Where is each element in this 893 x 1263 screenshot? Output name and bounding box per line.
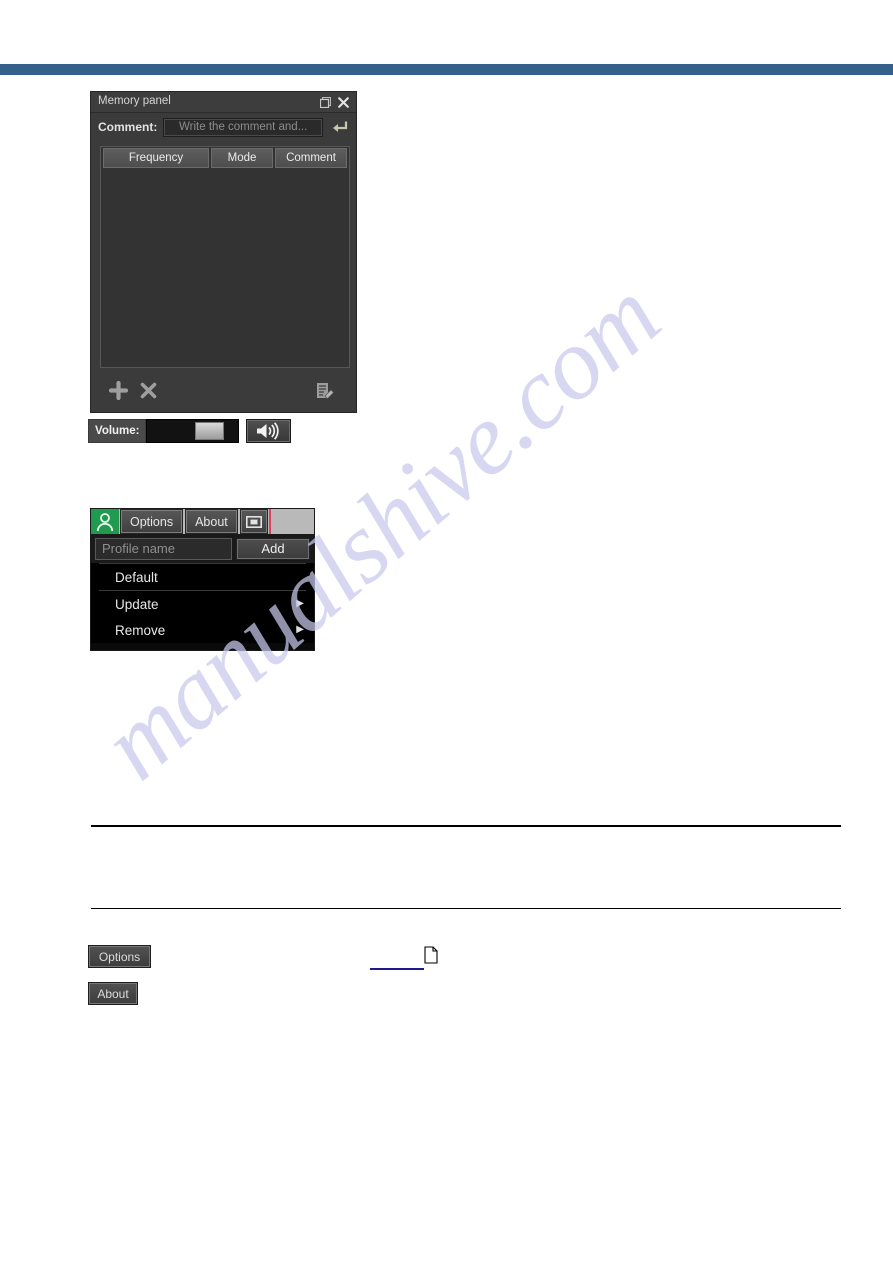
- add-profile-button[interactable]: Add: [236, 537, 310, 560]
- column-header-comment[interactable]: Comment: [275, 148, 347, 168]
- menu-item-label: Remove: [115, 622, 166, 638]
- window-icon[interactable]: [239, 509, 268, 534]
- profile-menu: Default Update ▶ Remove ▶: [91, 563, 314, 643]
- memory-panel-title: Memory panel: [98, 95, 171, 108]
- menu-item-label: Default: [115, 569, 158, 585]
- table-rule-bottom: [91, 908, 841, 909]
- volume-bar: Volume:: [88, 419, 300, 443]
- memory-table-header: Frequency Mode Comment: [101, 147, 349, 168]
- speaker-icon[interactable]: [245, 419, 291, 443]
- float-icon[interactable]: [317, 94, 333, 110]
- remove-entry-icon[interactable]: [137, 380, 159, 402]
- memory-table: Frequency Mode Comment: [100, 146, 350, 368]
- options-button[interactable]: Options: [88, 945, 151, 968]
- menu-item-remove[interactable]: Remove ▶: [91, 617, 314, 643]
- add-entry-icon[interactable]: [107, 380, 129, 402]
- edit-document-icon[interactable]: [314, 380, 336, 402]
- profile-toolbar: Options About: [91, 509, 314, 534]
- column-header-mode[interactable]: Mode: [211, 148, 273, 168]
- comment-row: Comment: Write the comment and...: [91, 113, 356, 141]
- toolbar-about-button[interactable]: About: [185, 509, 238, 534]
- hyperlink-underline[interactable]: [370, 968, 424, 970]
- document-icon: [424, 946, 438, 964]
- profile-add-row: Profile name Add: [91, 534, 314, 563]
- comment-input[interactable]: Write the comment and...: [163, 117, 323, 137]
- table-rule-top: [91, 825, 841, 827]
- profile-panel: Options About Profile name Add Default U…: [90, 508, 315, 651]
- memory-panel: Memory panel Comment: Write the comment …: [90, 91, 357, 413]
- column-header-frequency[interactable]: Frequency: [103, 148, 209, 168]
- menu-item-label: Update: [115, 596, 159, 612]
- volume-label: Volume:: [88, 419, 146, 443]
- enter-icon[interactable]: [328, 117, 350, 137]
- toolbar-empty-area: [270, 509, 314, 534]
- comment-input-placeholder: Write the comment and...: [179, 121, 308, 133]
- memory-panel-footer: [91, 369, 356, 412]
- about-button[interactable]: About: [88, 982, 138, 1005]
- memory-panel-titlebar: Memory panel: [91, 92, 356, 113]
- profile-icon[interactable]: [91, 509, 119, 534]
- chevron-right-icon: ▶: [296, 598, 304, 609]
- memory-table-body[interactable]: [101, 168, 349, 366]
- comment-label: Comment:: [98, 120, 158, 134]
- menu-item-update[interactable]: Update ▶: [91, 591, 314, 617]
- menu-item-default[interactable]: Default: [91, 564, 314, 590]
- profile-name-input[interactable]: Profile name: [95, 537, 232, 560]
- volume-slider[interactable]: [145, 419, 239, 443]
- profile-name-placeholder: Profile name: [102, 541, 175, 556]
- toolbar-options-button[interactable]: Options: [120, 509, 184, 534]
- header-accent-bar: [0, 64, 893, 75]
- volume-slider-handle[interactable]: [194, 422, 224, 440]
- chevron-right-icon: ▶: [296, 624, 304, 635]
- close-icon[interactable]: [335, 94, 351, 110]
